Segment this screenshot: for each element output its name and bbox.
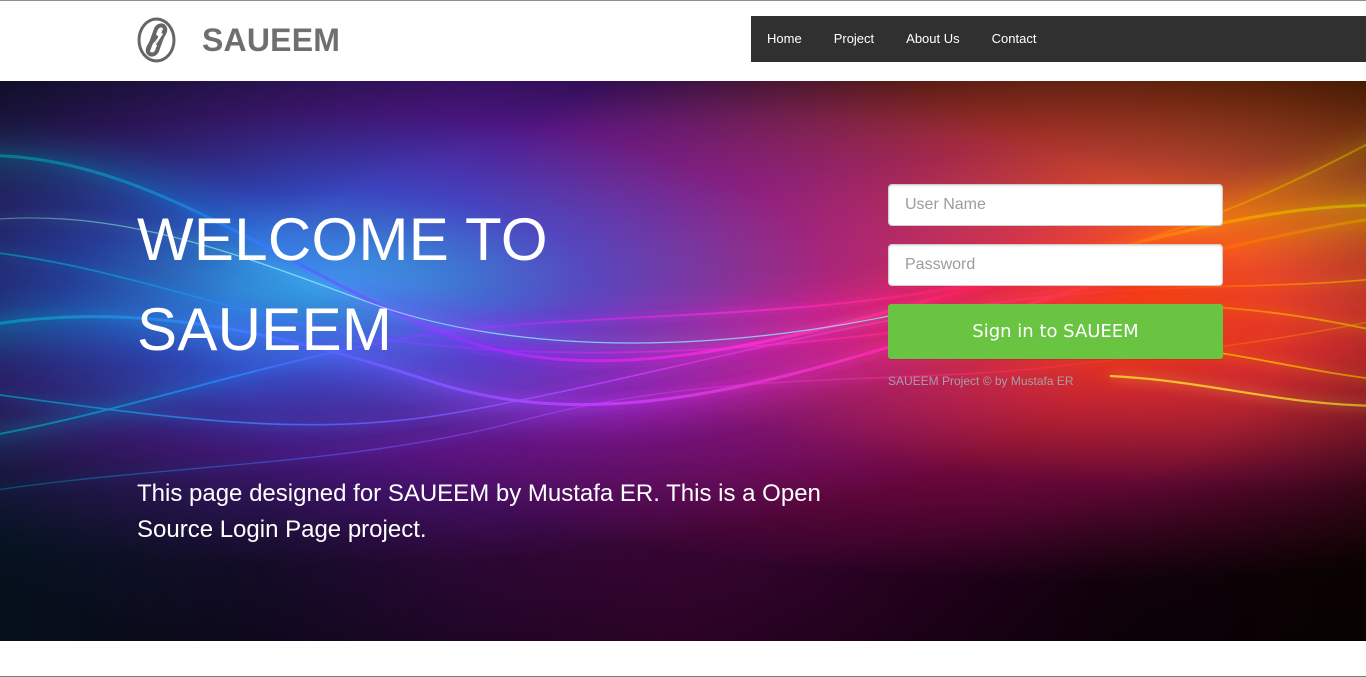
brand-title[interactable]: SAUEEM — [202, 24, 340, 56]
username-input[interactable] — [888, 184, 1223, 226]
main-navigation: Home Project About Us Contact — [751, 16, 1366, 62]
hero-description: This page designed for SAUEEM by Mustafa… — [137, 480, 821, 543]
saueem-logo-icon[interactable] — [136, 16, 178, 64]
sign-in-button[interactable]: Sign in to SAUEEM — [888, 304, 1223, 359]
hero-section: WELCOME TO SAUEEM This page designed for… — [0, 81, 1366, 641]
login-page: SAUEEM Home Project About Us Contact WEL… — [0, 0, 1366, 677]
welcome-heading-line-1: WELCOME TO — [137, 206, 548, 273]
welcome-heading-line-2: SAUEEM — [137, 296, 393, 363]
nav-about-us-link[interactable]: About Us — [906, 16, 959, 62]
site-header: SAUEEM Home Project About Us Contact — [0, 1, 1366, 81]
nav-home-link[interactable]: Home — [767, 16, 802, 62]
welcome-heading: WELCOME TO SAUEEM — [137, 195, 757, 375]
project-copyright: SAUEEM Project © by Mustafa ER — [888, 374, 1074, 388]
login-form: Sign in to SAUEEM SAUEEM Project © by Mu… — [888, 184, 1223, 388]
password-input[interactable] — [888, 244, 1223, 286]
brand[interactable]: SAUEEM — [136, 16, 340, 64]
nav-contact-link[interactable]: Contact — [992, 16, 1037, 62]
nav-project-link[interactable]: Project — [834, 16, 874, 62]
